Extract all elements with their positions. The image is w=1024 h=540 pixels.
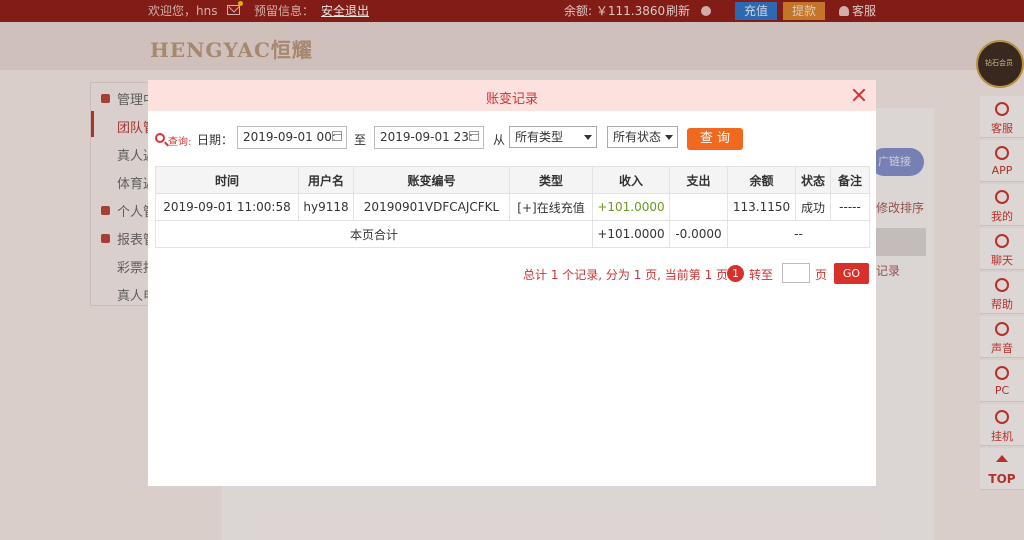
summary-expense: -0.0000 bbox=[669, 220, 728, 248]
table-header-row: 时间 用户名 账变编号 类型 收入 支出 余额 状态 备注 bbox=[155, 166, 870, 194]
search-icon bbox=[155, 133, 165, 143]
goto-label: 转至 bbox=[749, 268, 774, 282]
transaction-table: 时间 用户名 账变编号 类型 收入 支出 余额 状态 备注 2019-09-01… bbox=[155, 166, 870, 248]
from-label: 从 bbox=[493, 133, 506, 147]
calendar-icon[interactable] bbox=[469, 131, 479, 141]
date-from-input[interactable]: 2019-09-01 00: bbox=[237, 126, 347, 149]
close-icon[interactable] bbox=[852, 88, 866, 102]
cell-type: [+]在线充值 bbox=[509, 193, 593, 221]
table-row: 2019-09-01 11:00:58 hy9118 20190901VDFCA… bbox=[155, 193, 870, 221]
col-header: 支出 bbox=[669, 166, 728, 194]
cell-username: hy9118 bbox=[298, 193, 354, 221]
col-header: 账变编号 bbox=[353, 166, 510, 194]
calendar-icon[interactable] bbox=[332, 131, 342, 141]
cell-balance: 113.1150 bbox=[727, 193, 796, 221]
modal-title: 账变记录 bbox=[485, 92, 538, 107]
type-select-value: 所有类型 bbox=[515, 130, 564, 144]
go-button[interactable]: GO bbox=[834, 263, 869, 284]
status-select[interactable]: 所有状态 bbox=[607, 126, 678, 148]
transaction-modal: 账变记录 查询: 日期： 2019-09-01 00: 至 2019-09-01… bbox=[148, 80, 876, 486]
date-from-value: 2019-09-01 00: bbox=[243, 130, 336, 144]
status-select-value: 所有状态 bbox=[613, 130, 662, 144]
summary-income: +101.0000 bbox=[592, 220, 670, 248]
summary-row: 本页合计 +101.0000 -0.0000 -- bbox=[155, 220, 870, 248]
cell-income: +101.0000 bbox=[592, 193, 670, 221]
date-to-value: 2019-09-01 23: bbox=[380, 130, 473, 144]
modal-header: 账变记录 bbox=[148, 80, 876, 111]
chevron-down-icon bbox=[665, 135, 673, 140]
summary-label: 本页合计 bbox=[155, 220, 593, 248]
date-to-input[interactable]: 2019-09-01 23: bbox=[374, 126, 484, 149]
col-header: 余额 bbox=[727, 166, 796, 194]
col-header: 状态 bbox=[795, 166, 831, 194]
summary-balance: -- bbox=[727, 220, 870, 248]
type-select[interactable]: 所有类型 bbox=[509, 126, 597, 148]
page-unit-label: 页 bbox=[815, 268, 828, 282]
to-label: 至 bbox=[354, 133, 367, 147]
col-header: 收入 bbox=[592, 166, 670, 194]
col-header: 用户名 bbox=[298, 166, 354, 194]
col-header: 类型 bbox=[509, 166, 593, 194]
filter-bar: 查询: 日期： 2019-09-01 00: 至 2019-09-01 23: … bbox=[148, 126, 876, 152]
col-header: 备注 bbox=[830, 166, 870, 194]
current-page-badge[interactable]: 1 bbox=[727, 265, 744, 282]
pagination: 总计 1 个记录, 分为 1 页, 当前第 1 页 1 转至 页 GO bbox=[148, 262, 876, 284]
query-label: 查询: bbox=[168, 137, 192, 148]
cell-transaction-id: 20190901VDFCAJCFKL bbox=[353, 193, 510, 221]
chevron-down-icon bbox=[584, 135, 592, 140]
col-header: 时间 bbox=[155, 166, 299, 194]
query-button[interactable]: 查 询 bbox=[687, 128, 743, 150]
cell-expense bbox=[669, 193, 728, 221]
cell-status: 成功 bbox=[795, 193, 831, 221]
cell-note: ----- bbox=[830, 193, 870, 221]
pagination-summary: 总计 1 个记录, 分为 1 页, 当前第 1 页 bbox=[523, 268, 729, 282]
cell-time: 2019-09-01 11:00:58 bbox=[155, 193, 299, 221]
goto-page-input[interactable] bbox=[782, 263, 810, 283]
date-label: 日期： bbox=[197, 133, 234, 147]
